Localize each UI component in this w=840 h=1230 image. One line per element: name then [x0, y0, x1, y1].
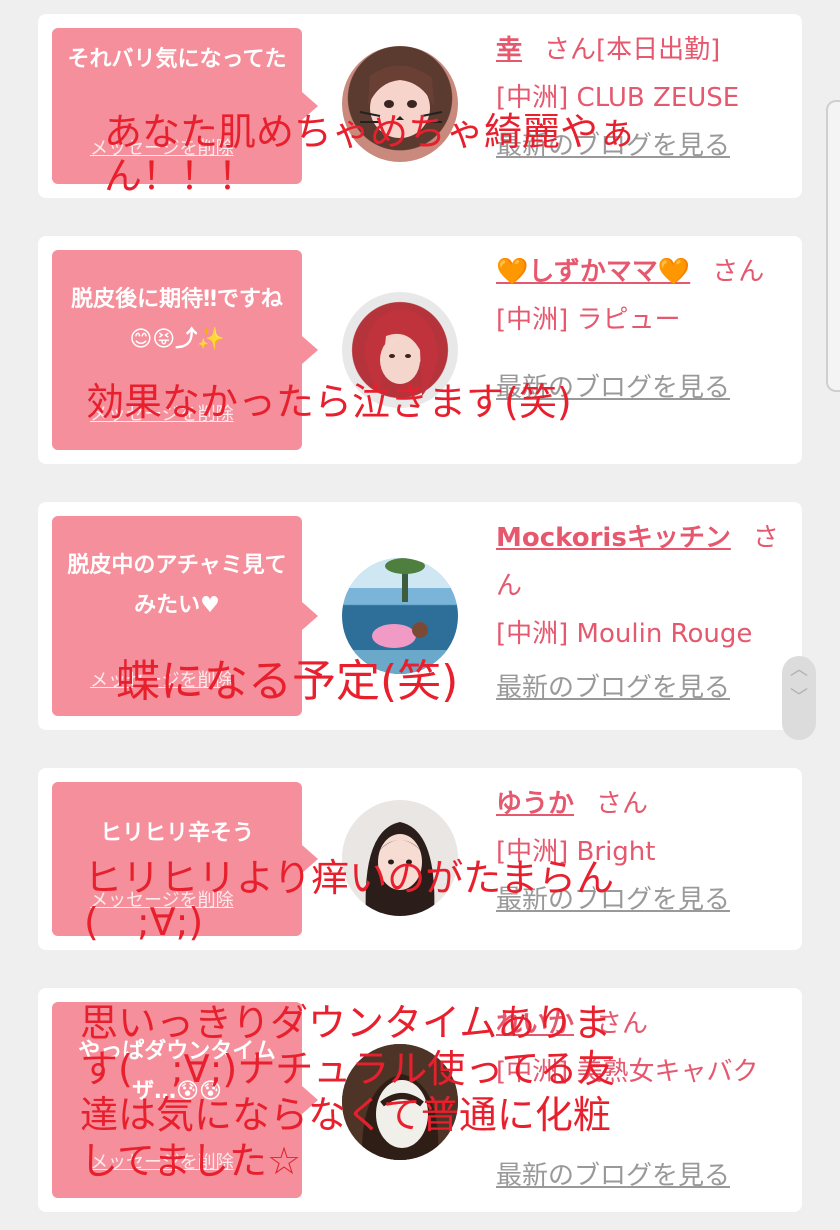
cast-suffix: さん[本日出勤] [544, 35, 721, 65]
shop-name: [中洲] ラピュー [496, 305, 681, 335]
cast-name-link[interactable]: 幸 [496, 35, 522, 65]
message-card: 脱皮後に期待‼ですね😊😝⤴✨ メッセージを削除 🧡しずかママ🧡 さん [中洲] ラ… [38, 236, 802, 464]
message-text: 脱皮後に期待‼ですね😊😝⤴✨ [71, 287, 283, 352]
cast-name-link[interactable]: ゆうか [496, 789, 574, 819]
latest-blog-link[interactable]: 最新のブログを見る [496, 664, 786, 712]
cast-name-link[interactable]: Mockorisキッチン [496, 523, 731, 553]
chevron-down-icon[interactable]: ﹀ [782, 684, 816, 712]
side-panel-tab[interactable] [826, 100, 840, 392]
message-text: それバリ気になってた [67, 47, 287, 72]
reply-caption: 効果なかったら泣きます(笑) [86, 380, 572, 424]
scroll-handle[interactable]: ︿ ﹀ [782, 656, 816, 740]
shop-name: [中洲] Moulin Rouge [496, 619, 753, 649]
reply-caption: ヒリヒリより痒いのがたまらん ( ;∀;) [84, 856, 615, 944]
cast-suffix: さん [712, 257, 765, 287]
message-text: 脱皮中のアチャミ見てみたい♥ [67, 553, 287, 618]
reply-caption: 蝶になる予定(笑) [116, 656, 459, 707]
cast-info: Mockorisキッチン さん [中洲] Moulin Rouge 最新のブログを… [496, 514, 786, 712]
message-text: ヒリヒリ辛そう [99, 821, 254, 846]
cast-name-link[interactable]: 🧡しずかママ🧡 [496, 257, 690, 287]
reply-caption: あなた肌めちゃめちゃ綺麗やぁ ん！！！ [104, 110, 637, 198]
cast-suffix: さん [596, 789, 649, 819]
chevron-up-icon[interactable]: ︿ [782, 656, 816, 684]
reply-caption: 思いっきりダウンタイムありま す( ;∀;)ナチュラル使ってる友 達は気にならな… [80, 1001, 616, 1183]
